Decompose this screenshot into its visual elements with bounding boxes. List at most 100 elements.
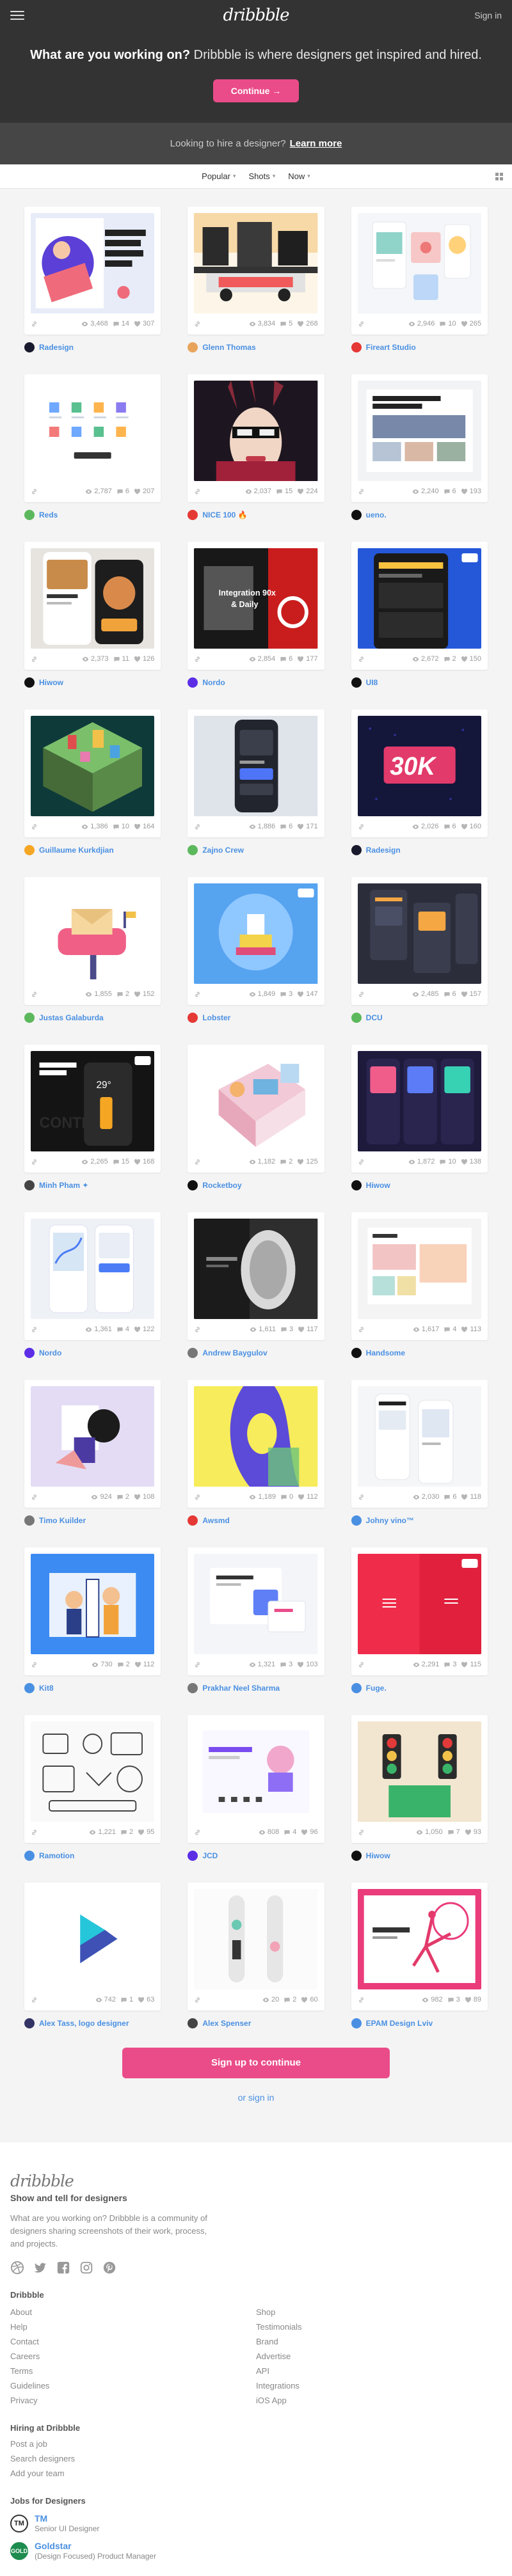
heart-icon[interactable] [298,1326,305,1333]
shot-thumbnail[interactable] [194,1721,318,1822]
likes-count[interactable]: 224 [297,487,318,495]
shot-author[interactable]: Guillaume Kurkdjian [24,845,161,855]
heart-icon[interactable] [134,656,141,663]
shot-card[interactable]: CONTROL 29° 2,265 15 168 [24,1045,161,1173]
shot-card[interactable]: 808 4 96 [188,1715,324,1843]
shot-thumbnail[interactable] [31,1554,155,1654]
shot-thumbnail[interactable] [357,213,481,313]
heart-icon[interactable] [134,320,141,328]
link-icon[interactable] [194,488,201,495]
author-name[interactable]: Hiwow [366,1851,390,1860]
link-icon[interactable] [358,1661,365,1668]
shot-author[interactable]: Radesign [351,845,488,855]
likes-count[interactable]: 118 [461,1493,481,1501]
shot-author[interactable]: Kit8 [24,1683,161,1693]
link-icon[interactable] [31,320,38,328]
heart-icon[interactable] [134,991,141,998]
link-icon[interactable] [358,488,365,495]
link-icon[interactable] [31,1996,38,2003]
author-name[interactable]: Handsome [366,1348,405,1357]
link-icon[interactable] [194,1996,201,2003]
author-name[interactable]: Hiwow [366,1181,390,1190]
heart-icon[interactable] [134,1661,141,1668]
avatar[interactable] [351,2018,362,2028]
shot-card[interactable]: 2,946 10 265 [351,207,488,335]
likes-count[interactable]: 265 [461,320,481,328]
likes-count[interactable]: 193 [461,487,481,495]
avatar[interactable] [351,1013,362,1023]
job-listing[interactable]: TM TM Senior UI Designer [10,2513,502,2533]
likes-count[interactable]: 138 [461,1158,481,1166]
shot-author[interactable]: NICE 100 🔥 [188,510,324,520]
avatar[interactable] [24,2018,35,2028]
shot-card[interactable]: 1,886 6 171 [188,709,324,837]
shot-thumbnail[interactable] [357,381,481,481]
author-name[interactable]: Rocketboy [202,1181,241,1190]
shot-thumbnail[interactable] [31,548,155,649]
avatar[interactable] [24,510,35,520]
likes-count[interactable]: 89 [465,1996,481,2003]
shot-thumbnail[interactable] [31,883,155,984]
shot-author[interactable]: Alex Tass, logo designer [24,2018,161,2028]
grid-view-icon[interactable] [495,173,503,180]
shot-card[interactable]: 1,855 2 152 [24,877,161,1005]
link-icon[interactable] [358,1326,365,1333]
sign-in-link[interactable]: Sign in [474,10,502,20]
heart-icon[interactable] [461,1494,468,1501]
footer-link[interactable]: Help [10,2319,256,2334]
shot-thumbnail[interactable] [357,1051,481,1151]
likes-count[interactable]: 117 [298,1325,318,1333]
footer-link[interactable]: Privacy [10,2393,256,2408]
avatar[interactable] [188,1515,198,1526]
dribbble-icon[interactable] [10,2261,24,2275]
shot-card[interactable]: 2,373 11 126 [24,542,161,670]
shot-thumbnail[interactable] [357,1889,481,1989]
likes-count[interactable]: 157 [461,990,481,998]
shot-card[interactable]: 1,611 3 117 [188,1212,324,1340]
or-sign-in-link[interactable]: or sign in [238,2092,275,2103]
shot-card[interactable]: Integration 90x & Daily 2,854 6 177 [188,542,324,670]
footer-link[interactable]: Careers [10,2349,256,2364]
likes-count[interactable]: 150 [461,655,481,663]
likes-count[interactable]: 152 [134,990,154,998]
avatar[interactable] [24,1180,35,1190]
heart-icon[interactable] [134,1158,141,1166]
heart-icon[interactable] [134,488,141,495]
shot-thumbnail[interactable] [31,1721,155,1822]
shot-card[interactable]: 1,189 0 112 [188,1380,324,1508]
heart-icon[interactable] [297,656,304,663]
shot-card[interactable]: 742 1 63 [24,1883,161,2011]
company-name[interactable]: Goldstar [35,2541,156,2551]
shot-thumbnail[interactable] [357,548,481,649]
avatar[interactable] [351,510,362,520]
link-icon[interactable] [31,823,38,830]
avatar[interactable] [188,1683,198,1693]
link-icon[interactable] [194,823,201,830]
avatar[interactable] [188,2018,198,2028]
link-icon[interactable] [31,1494,38,1501]
job-listing[interactable]: GOLD Goldstar (Design Focused) Product Man… [10,2541,502,2561]
likes-count[interactable]: 160 [461,823,481,830]
shot-thumbnail[interactable] [31,213,155,313]
footer-link[interactable]: Terms [10,2364,256,2378]
shot-card[interactable]: 1,872 10 138 [351,1045,488,1173]
signup-button[interactable]: Sign up to continue [122,2048,390,2078]
instagram-icon[interactable] [79,2261,93,2275]
heart-icon[interactable] [134,1494,141,1501]
avatar[interactable] [24,1348,35,1358]
avatar[interactable] [24,1515,35,1526]
avatar[interactable] [24,342,35,352]
shot-card[interactable]: 982 3 89 [351,1883,488,2011]
heart-icon[interactable] [461,823,468,830]
likes-count[interactable]: 63 [138,1996,154,2003]
link-icon[interactable] [358,991,365,998]
shot-author[interactable]: Timo Kuilder [24,1515,161,1526]
author-name[interactable]: Guillaume Kurkdjian [39,846,114,855]
shot-author[interactable]: Nordo [24,1348,161,1358]
author-name[interactable]: NICE 100 🔥 [202,510,247,519]
footer-link[interactable]: About [10,2305,256,2319]
author-name[interactable]: Hiwow [39,678,63,687]
continue-button[interactable]: Continue → [212,79,300,102]
likes-count[interactable]: 164 [134,823,154,830]
shot-card[interactable]: 2,037 15 224 [188,374,324,502]
